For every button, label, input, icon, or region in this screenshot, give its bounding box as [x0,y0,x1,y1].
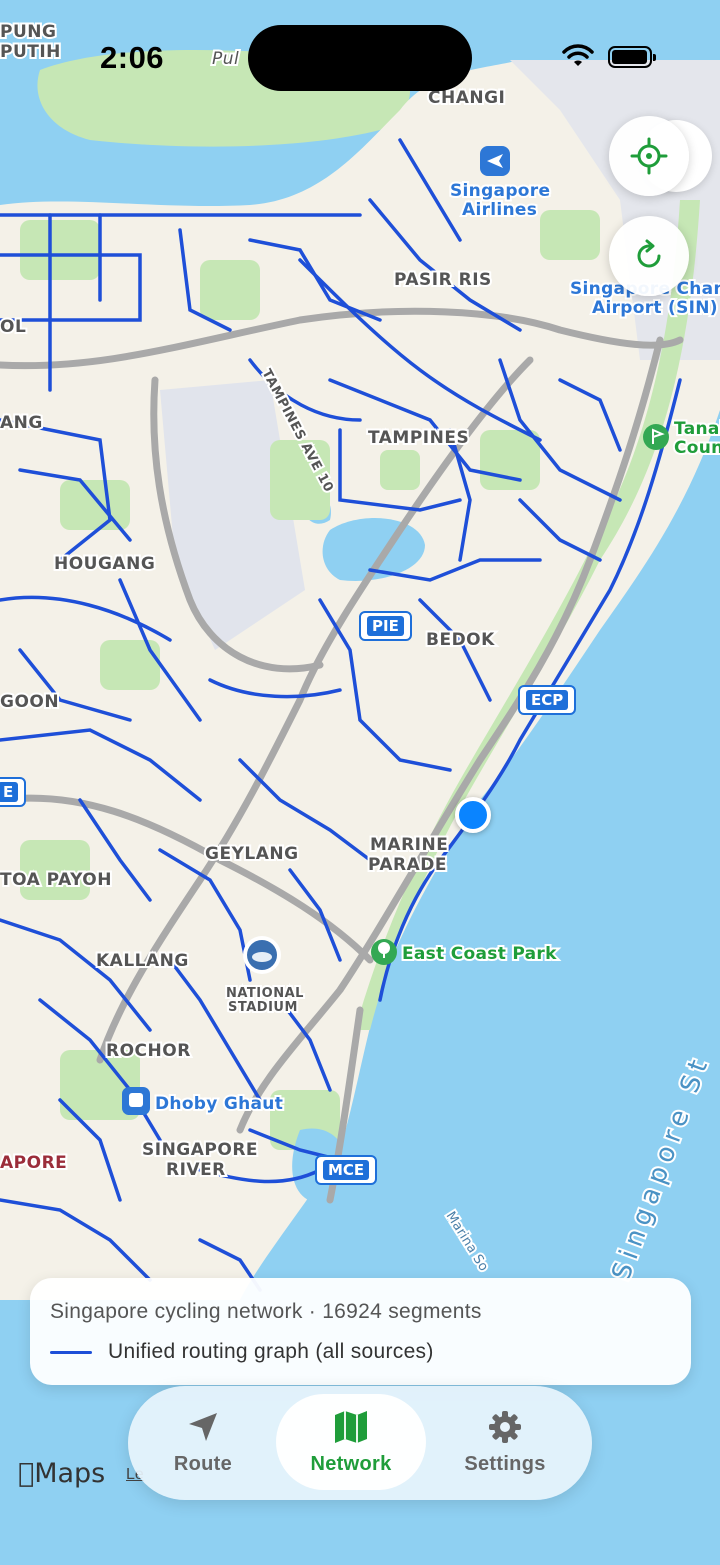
label-goon: GOON [0,692,59,712]
poi-dhoby-ghaut: Dhoby Ghaut [155,1094,283,1114]
road-shield-mce: MCE [315,1155,378,1185]
legend-line-swatch [50,1351,92,1354]
tab-bar: Route Network Settings [128,1386,592,1500]
road-shield-e: E [0,777,27,807]
poi-singapore: Singapore [450,181,550,201]
label-rochor: ROCHOR [106,1041,191,1061]
navigation-arrow-icon [189,1412,217,1441]
label-pung: PUNG [0,22,56,42]
label-marine: MARINE [370,835,448,855]
label-river: RIVER [166,1160,226,1180]
poi-airlines: Airlines [462,200,537,220]
road-shield-pie: PIE [359,611,412,641]
label-pul: Pul [212,49,239,69]
poi-airport-sin: Airport (SIN) [592,298,718,318]
label-toa-payoh: TOA PAYOH [0,870,112,890]
label-apore: APORE [0,1153,67,1173]
tab-settings[interactable]: Settings [430,1394,580,1490]
maps-attribution-logo: Maps [18,1458,105,1489]
label-geylang: GEYLANG [205,844,299,864]
gear-icon [489,1410,521,1443]
crosshair-icon [630,137,668,175]
label-stadium: STADIUM [228,1000,298,1015]
poi-east-coast-park: East Coast Park [402,944,557,964]
golf-poi-icon[interactable] [643,424,669,450]
poi-tanah: Tanah [674,419,720,439]
road-shield-ecp: ECP [518,685,577,715]
label-putih: PUTIH [0,42,61,62]
train-poi-icon[interactable] [122,1087,150,1115]
poi-coun: Coun [674,438,720,458]
tab-network[interactable]: Network [276,1394,426,1490]
airport-poi-icon[interactable] [480,146,510,176]
label-parade: PARADE [368,855,447,875]
tab-route-label: Route [173,1452,233,1475]
user-location-dot [455,797,491,833]
park-poi-icon[interactable] [371,939,397,965]
label-national: NATIONAL [226,986,304,1001]
label-hougang: HOUGANG [54,554,155,574]
locate-me-button[interactable] [609,116,689,196]
label-bedok: BEDOK [426,630,495,650]
label-tampines: TAMPINES [368,428,469,448]
label-ang: ANG [0,413,43,433]
label-ol: OL [0,317,26,337]
map-icon [335,1410,367,1443]
refresh-icon [637,239,661,268]
legend-line-label: Unified routing graph (all sources) [108,1340,434,1363]
tab-network-label: Network [310,1452,392,1475]
tab-settings-label: Settings [464,1452,546,1475]
label-changi: CHANGI [428,88,505,108]
tab-route[interactable]: Route [128,1394,278,1490]
label-kallang: KALLANG [96,951,189,971]
refresh-button[interactable] [609,216,689,296]
label-singapore: SINGAPORE [142,1140,258,1160]
stadium-poi-icon[interactable] [243,936,281,974]
network-legend-card: Singapore cycling network · 16924 segmen… [30,1278,691,1385]
legend-title: Singapore cycling network · 16924 segmen… [50,1300,482,1323]
apple-logo-icon:  [18,1458,34,1489]
label-pasir-ris: PASIR RIS [394,270,492,290]
